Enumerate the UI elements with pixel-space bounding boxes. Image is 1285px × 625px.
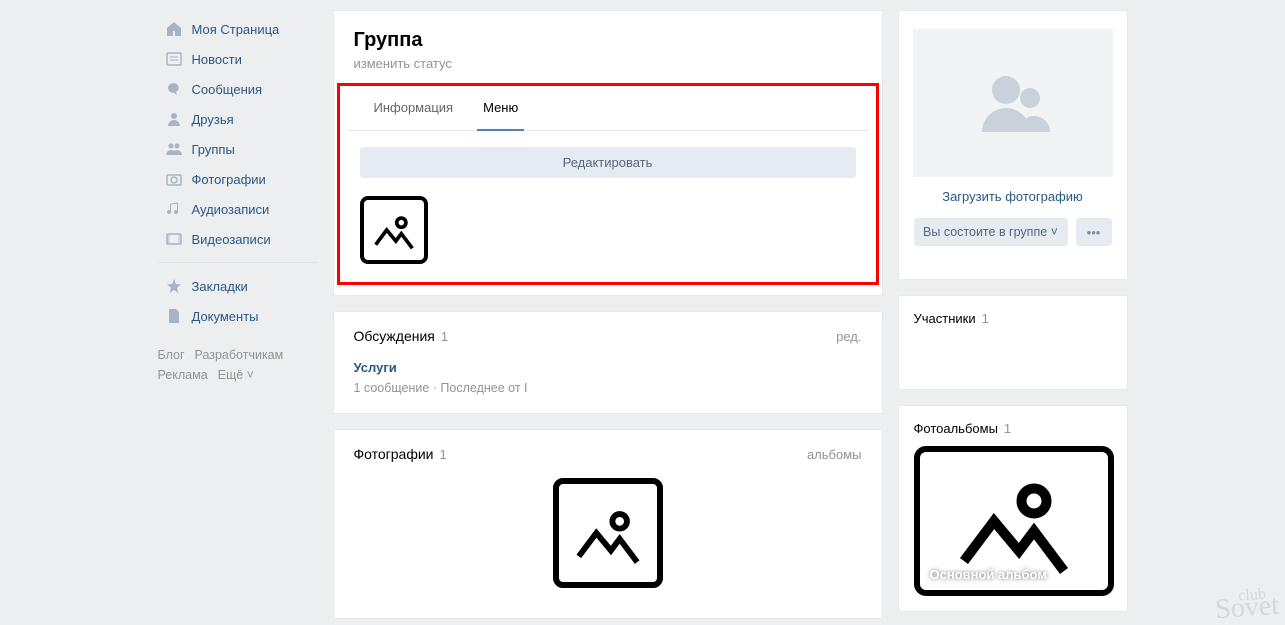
photos-card: Фотографии 1 альбомы (333, 429, 883, 619)
group-avatar-card: Загрузить фотографию Вы состоите в групп… (898, 10, 1128, 280)
discussions-card: Обсуждения 1 ред. Услуги 1 сообщение · П… (333, 311, 883, 414)
nav-photos[interactable]: Фотографии (158, 164, 318, 194)
footer-more[interactable]: Ещё ˅ (218, 368, 254, 382)
footer-dev[interactable]: Разработчикам (195, 348, 284, 362)
nav-documents[interactable]: Документы (158, 301, 318, 331)
nav-label: Документы (192, 309, 259, 324)
photoalbums-block: Фотоальбомы 1 Основной альбом 1 (898, 405, 1128, 612)
footer-ads[interactable]: Реклама (158, 368, 208, 382)
nav-label: Сообщения (192, 82, 263, 97)
nav-messages[interactable]: Сообщения (158, 74, 318, 104)
friend-icon (164, 109, 184, 129)
home-icon (164, 19, 184, 39)
group-header-card: Группа изменить статус Информация Меню Р… (333, 10, 883, 296)
nav-friends[interactable]: Друзья (158, 104, 318, 134)
footer-links: Блог Разработчикам Реклама Ещё ˅ (158, 345, 318, 385)
discussions-edit-link[interactable]: ред. (836, 329, 861, 344)
members-count: 1 (982, 311, 989, 326)
footer-blog[interactable]: Блог (158, 348, 185, 362)
albums-link[interactable]: альбомы (807, 447, 862, 462)
ellipsis-icon: ••• (1087, 225, 1101, 240)
highlighted-menu-area: Информация Меню Редактировать (337, 83, 879, 285)
nav-bookmarks[interactable]: Закладки (158, 271, 318, 301)
members-heading: Участники (914, 311, 976, 326)
nav-label: Моя Страница (192, 22, 280, 37)
discussions-heading[interactable]: Обсуждения (354, 328, 435, 344)
tab-menu[interactable]: Меню (477, 100, 524, 131)
document-icon (164, 306, 184, 326)
album-thumb[interactable]: Основной альбом 1 (914, 446, 1114, 596)
album-count: 1 (1090, 567, 1097, 582)
group-avatar-icon (968, 68, 1058, 138)
nav-groups[interactable]: Группы (158, 134, 318, 164)
tab-info[interactable]: Информация (368, 100, 460, 130)
image-icon (372, 208, 416, 252)
nav-my-page[interactable]: Моя Страница (158, 14, 318, 44)
topic-meta: 1 сообщение · Последнее от I (354, 381, 862, 395)
nav-news[interactable]: Новости (158, 44, 318, 74)
chat-icon (164, 79, 184, 99)
nav-label: Новости (192, 52, 242, 67)
nav-label: Закладки (192, 279, 248, 294)
topic-row[interactable]: Услуги 1 сообщение · Последнее от I (334, 360, 882, 413)
nav-label: Фотографии (192, 172, 266, 187)
nav-separator (158, 262, 318, 263)
change-status[interactable]: изменить статус (354, 56, 862, 71)
edit-button[interactable]: Редактировать (360, 147, 856, 178)
nav-video[interactable]: Видеозаписи (158, 224, 318, 254)
group-tabs: Информация Меню (348, 86, 868, 131)
upload-photo-link[interactable]: Загрузить фотографию (899, 189, 1127, 204)
photo-thumb[interactable] (553, 478, 663, 588)
more-actions-button[interactable]: ••• (1076, 218, 1112, 246)
avatar-placeholder (913, 29, 1113, 177)
photos-heading[interactable]: Фотографии (354, 446, 434, 462)
group-title: Группа (354, 29, 862, 52)
nav-label: Группы (192, 142, 235, 157)
photoalbums-count: 1 (1004, 421, 1011, 436)
nav-label: Аудиозаписи (192, 202, 270, 217)
image-icon (954, 461, 1074, 581)
music-icon (164, 199, 184, 219)
right-column: Загрузить фотографию Вы состоите в групп… (898, 10, 1128, 625)
nav-label: Друзья (192, 112, 234, 127)
main-column: Группа изменить статус Информация Меню Р… (333, 10, 883, 625)
album-name: Основной альбом (930, 567, 1047, 582)
star-icon (164, 276, 184, 296)
members-block[interactable]: Участники 1 (898, 295, 1128, 390)
nav-label: Видеозаписи (192, 232, 271, 247)
menu-item-thumb[interactable] (360, 196, 428, 264)
nav-audio[interactable]: Аудиозаписи (158, 194, 318, 224)
camera-icon (164, 169, 184, 189)
groups-icon (164, 139, 184, 159)
photoalbums-heading[interactable]: Фотоальбомы (914, 421, 998, 436)
discussions-count: 1 (441, 329, 448, 344)
news-icon (164, 49, 184, 69)
member-status-button[interactable]: Вы состоите в группе ˅ (914, 218, 1068, 246)
left-sidebar: Моя Страница Новости Сообщения Друзья Гр… (158, 10, 318, 625)
topic-title: Услуги (354, 360, 862, 375)
video-icon (164, 229, 184, 249)
photos-count: 1 (440, 447, 447, 462)
image-icon (573, 498, 643, 568)
